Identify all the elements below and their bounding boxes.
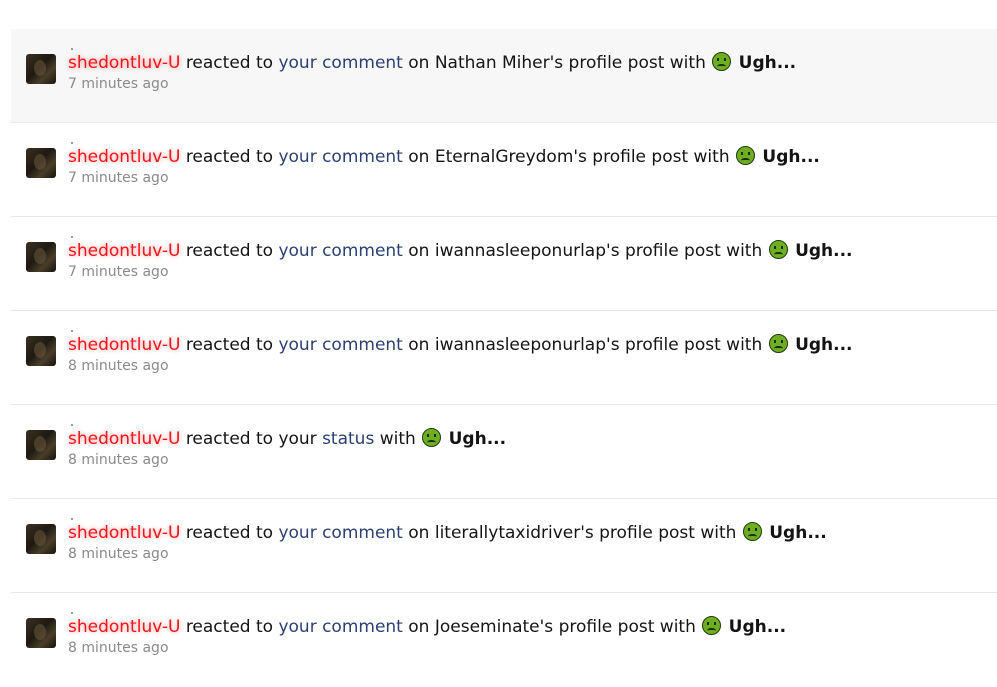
alert-content: shedontluv-U reacted to your comment on … xyxy=(68,48,987,93)
user-avatar[interactable] xyxy=(26,430,56,460)
user-avatar[interactable] xyxy=(26,148,56,178)
alert-content: shedontluv-U reacted to your status with… xyxy=(68,424,987,469)
alert-context: on EternalGreydom's profile post with xyxy=(408,147,730,167)
alert-time: 8 minutes ago xyxy=(68,640,169,656)
content-link[interactable]: your comment xyxy=(278,241,402,261)
alert-time: 7 minutes ago xyxy=(68,76,169,92)
alert-content: shedontluv-U reacted to your comment on … xyxy=(68,518,987,563)
alert-verb: reacted to xyxy=(185,523,274,543)
alert-text: shedontluv-U reacted to your status with… xyxy=(68,427,987,451)
username-link[interactable]: shedontluv-U xyxy=(68,429,180,449)
alert-text: shedontluv-U reacted to your comment on … xyxy=(68,521,987,545)
reaction-name: Ugh... xyxy=(795,335,853,355)
user-avatar[interactable] xyxy=(26,54,56,84)
content-link[interactable]: your comment xyxy=(278,147,402,167)
alert-time: 7 minutes ago xyxy=(68,170,169,186)
user-avatar[interactable] xyxy=(26,618,56,648)
alert-text: shedontluv-U reacted to your comment on … xyxy=(68,333,987,357)
username-link[interactable]: shedontluv-U xyxy=(68,335,180,355)
alert-item[interactable]: shedontluv-U reacted to your comment on … xyxy=(11,123,997,217)
alert-content: shedontluv-U reacted to your comment on … xyxy=(68,612,987,657)
reaction-name: Ugh... xyxy=(769,523,827,543)
user-avatar[interactable] xyxy=(26,336,56,366)
online-indicator xyxy=(71,330,73,332)
alert-content: shedontluv-U reacted to your comment on … xyxy=(68,330,987,375)
alert-text: shedontluv-U reacted to your comment on … xyxy=(68,51,987,75)
alert-context: on iwannasleeponurlap's profile post wit… xyxy=(408,241,763,261)
alert-text: shedontluv-U reacted to your comment on … xyxy=(68,615,987,639)
alert-time: 7 minutes ago xyxy=(68,264,169,280)
alert-time: 8 minutes ago xyxy=(68,358,169,374)
content-link[interactable]: status xyxy=(322,429,374,449)
username-link[interactable]: shedontluv-U xyxy=(68,53,180,73)
sick-face-icon xyxy=(768,240,788,259)
alert-time: 8 minutes ago xyxy=(68,546,169,562)
user-avatar[interactable] xyxy=(26,242,56,272)
reaction-name: Ugh... xyxy=(448,429,507,449)
alert-verb: reacted to xyxy=(185,617,274,637)
content-link[interactable]: your comment xyxy=(278,53,402,73)
reaction-name: Ugh... xyxy=(728,617,787,637)
alert-verb: reacted to xyxy=(185,241,274,261)
alert-context: on iwannasleeponurlap's profile post wit… xyxy=(408,335,763,355)
online-indicator xyxy=(71,612,73,614)
content-link[interactable]: your comment xyxy=(278,523,402,543)
alert-context: with xyxy=(379,429,416,449)
reaction-name: Ugh... xyxy=(738,53,797,73)
alert-item[interactable]: shedontluv-U reacted to your comment on … xyxy=(11,217,997,311)
alert-verb: reacted to your xyxy=(185,429,317,449)
alert-context: on Nathan Miher's profile post with xyxy=(408,53,706,73)
username-link[interactable]: shedontluv-U xyxy=(68,241,180,261)
alert-context: on Joeseminate's profile post with xyxy=(408,617,696,637)
content-link[interactable]: your comment xyxy=(278,617,402,637)
sick-face-icon xyxy=(742,522,762,541)
alert-text: shedontluv-U reacted to your comment on … xyxy=(68,239,987,263)
username-link[interactable]: shedontluv-U xyxy=(68,523,180,543)
reaction-name: Ugh... xyxy=(762,147,820,167)
online-indicator xyxy=(71,518,73,520)
sick-face-icon xyxy=(736,146,756,165)
alert-text: shedontluv-U reacted to your comment on … xyxy=(68,145,987,169)
alert-verb: reacted to xyxy=(185,335,274,355)
online-indicator xyxy=(71,236,73,238)
alert-item[interactable]: shedontluv-U reacted to your comment on … xyxy=(11,593,997,687)
sick-face-icon xyxy=(422,428,442,447)
content-link[interactable]: your comment xyxy=(278,335,402,355)
alert-time: 8 minutes ago xyxy=(68,452,169,468)
sick-face-icon xyxy=(768,334,788,353)
alert-context: on literallytaxidriver's profile post wi… xyxy=(408,523,737,543)
username-link[interactable]: shedontluv-U xyxy=(68,617,180,637)
alert-item[interactable]: shedontluv-U reacted to your comment on … xyxy=(11,29,997,123)
alerts-list: shedontluv-U reacted to your comment on … xyxy=(11,29,997,687)
sick-face-icon xyxy=(712,52,732,71)
alert-content: shedontluv-U reacted to your comment on … xyxy=(68,236,987,281)
online-indicator xyxy=(71,48,73,50)
alert-verb: reacted to xyxy=(185,147,274,167)
reaction-name: Ugh... xyxy=(795,241,853,261)
alert-item[interactable]: shedontluv-U reacted to your comment on … xyxy=(11,311,997,405)
online-indicator xyxy=(71,424,73,426)
sick-face-icon xyxy=(702,616,722,635)
user-avatar[interactable] xyxy=(26,524,56,554)
alert-verb: reacted to xyxy=(185,53,274,73)
alert-content: shedontluv-U reacted to your comment on … xyxy=(68,142,987,187)
online-indicator xyxy=(71,142,73,144)
alert-item[interactable]: shedontluv-U reacted to your status with… xyxy=(11,405,997,499)
username-link[interactable]: shedontluv-U xyxy=(68,147,180,167)
alert-item[interactable]: shedontluv-U reacted to your comment on … xyxy=(11,499,997,593)
